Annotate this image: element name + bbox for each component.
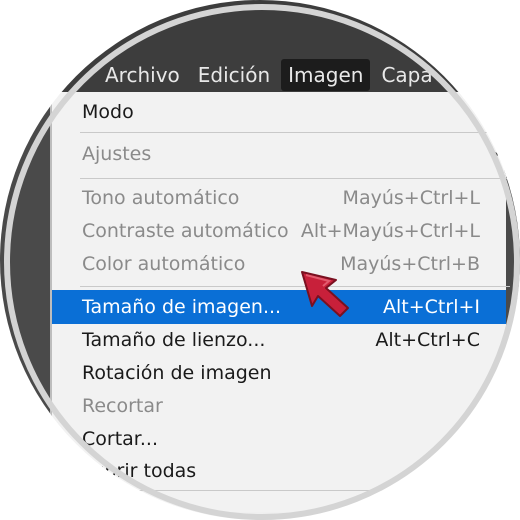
- menu-item-label: Tamaño de lienzo...: [82, 329, 266, 351]
- menu-item-recortar[interactable]: Recortar: [52, 390, 506, 422]
- menu-item-label: Ajustes: [82, 143, 152, 165]
- menu-item-color-automatico[interactable]: Color automático Mayús+Ctrl+B: [52, 248, 506, 280]
- menu-item-label: Rotación de imagen: [82, 362, 272, 384]
- menu-item-shortcut: Alt+Ctrl+I: [383, 296, 480, 318]
- menu-item-rotacion-de-imagen[interactable]: Rotación de imagen ▶: [52, 357, 506, 389]
- menu-item-shortcut: Mayús+Ctrl+L: [342, 187, 480, 209]
- menu-item-tono-automatico[interactable]: Tono automático Mayús+Ctrl+L: [52, 182, 506, 214]
- menu-separator: [80, 490, 510, 491]
- submenu-arrow-icon: ▶: [492, 106, 500, 118]
- red-arrow-icon: [301, 271, 349, 317]
- menu-item-contraste-automatico[interactable]: Contraste automático Alt+Mayús+Ctrl+L: [52, 215, 506, 247]
- menu-separator: [80, 132, 510, 133]
- menu-item-modo[interactable]: Modo ▶: [52, 96, 506, 128]
- menu-item-label: Color automático: [82, 253, 246, 275]
- menu-item-shortcut: Mayús+Ctrl+B: [340, 253, 480, 275]
- magnifier-view: Archivo Edición Imagen Capa Modo ▶ Ajust…: [0, 0, 520, 520]
- menu-item-tamano-de-lienzo[interactable]: Tamaño de lienzo... Alt+Ctrl+C: [52, 324, 506, 356]
- menu-edicion[interactable]: Edición: [191, 59, 277, 91]
- menu-item-ajustes[interactable]: Ajustes ▶: [52, 138, 506, 170]
- menu-imagen[interactable]: Imagen: [281, 59, 371, 91]
- menu-capa[interactable]: Capa: [374, 59, 439, 91]
- menu-archivo[interactable]: Archivo: [98, 59, 187, 91]
- menu-item-cortar[interactable]: Cortar...: [52, 423, 506, 455]
- menu-item-label: Recortar: [82, 395, 163, 417]
- menu-item-descubrir-todas[interactable]: cubrir todas: [52, 455, 506, 487]
- menu-bar: Archivo Edición Imagen Capa: [0, 0, 520, 92]
- submenu-arrow-icon: ▶: [492, 148, 500, 160]
- submenu-arrow-icon: ▶: [492, 367, 500, 379]
- menu-separator: [80, 286, 510, 287]
- imagen-dropdown-menu: Modo ▶ Ajustes ▶ Tono automático Mayús+C…: [50, 92, 510, 512]
- menu-item-label: Contraste automático: [82, 220, 289, 242]
- menu-item-shortcut: Alt+Ctrl+C: [375, 329, 480, 351]
- menu-item-label: Tono automático: [82, 187, 240, 209]
- workspace-left: [0, 92, 50, 520]
- menu-item-label: cubrir todas: [82, 460, 197, 482]
- menu-item-label: Modo: [82, 101, 134, 123]
- menu-item-shortcut: Alt+Mayús+Ctrl+L: [300, 220, 480, 242]
- workspace-right: [504, 92, 520, 520]
- menu-separator: [80, 178, 510, 179]
- menu-item-label: Tamaño de imagen...: [82, 296, 282, 318]
- menu-item-tamano-de-imagen[interactable]: Tamaño de imagen... Alt+Ctrl+I: [52, 290, 506, 324]
- menu-item-label: Cortar...: [82, 428, 158, 450]
